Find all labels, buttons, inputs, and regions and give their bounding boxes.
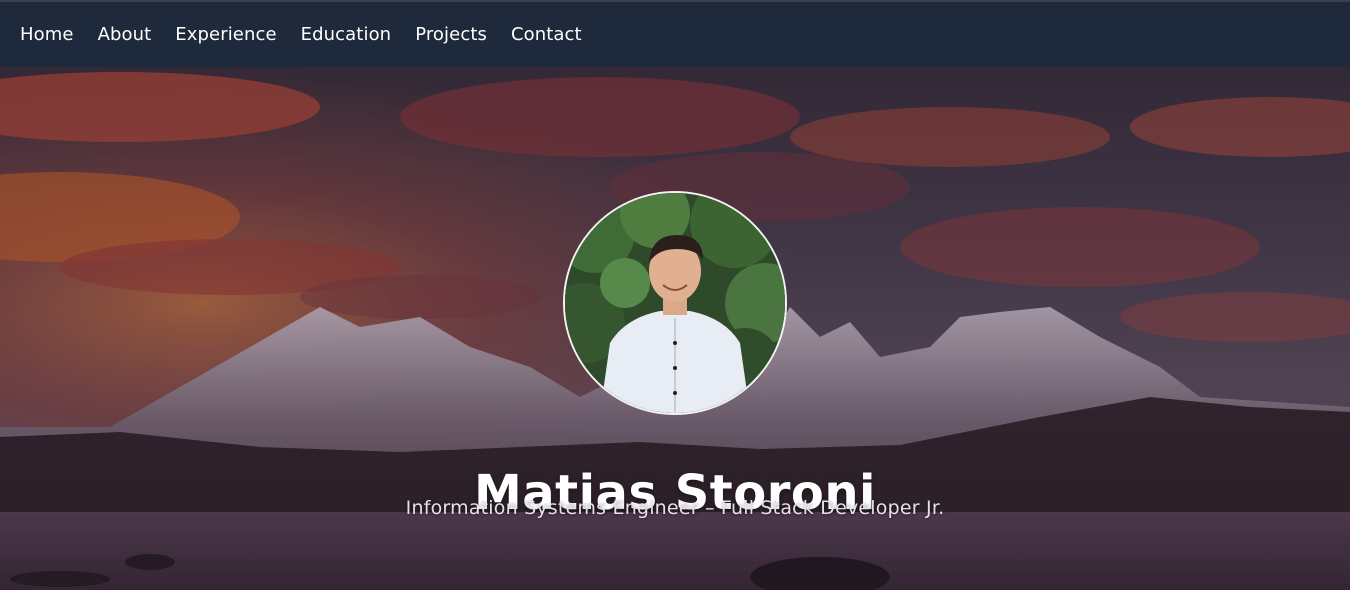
top-navbar: Home About Experience Education Projects… — [0, 0, 1350, 67]
profile-photo-icon — [565, 193, 785, 413]
nav-link-education[interactable]: Education — [301, 24, 392, 45]
nav-link-contact[interactable]: Contact — [511, 24, 582, 45]
nav-link-about[interactable]: About — [98, 24, 152, 45]
hero-section: Matias Storoni Information Systems Engin… — [0, 67, 1350, 590]
nav-link-home[interactable]: Home — [20, 24, 74, 45]
nav-link-experience[interactable]: Experience — [175, 24, 276, 45]
avatar — [563, 191, 787, 415]
nav-link-projects[interactable]: Projects — [415, 24, 487, 45]
hero-subtitle: Information Systems Engineer – Full Stac… — [405, 497, 945, 519]
